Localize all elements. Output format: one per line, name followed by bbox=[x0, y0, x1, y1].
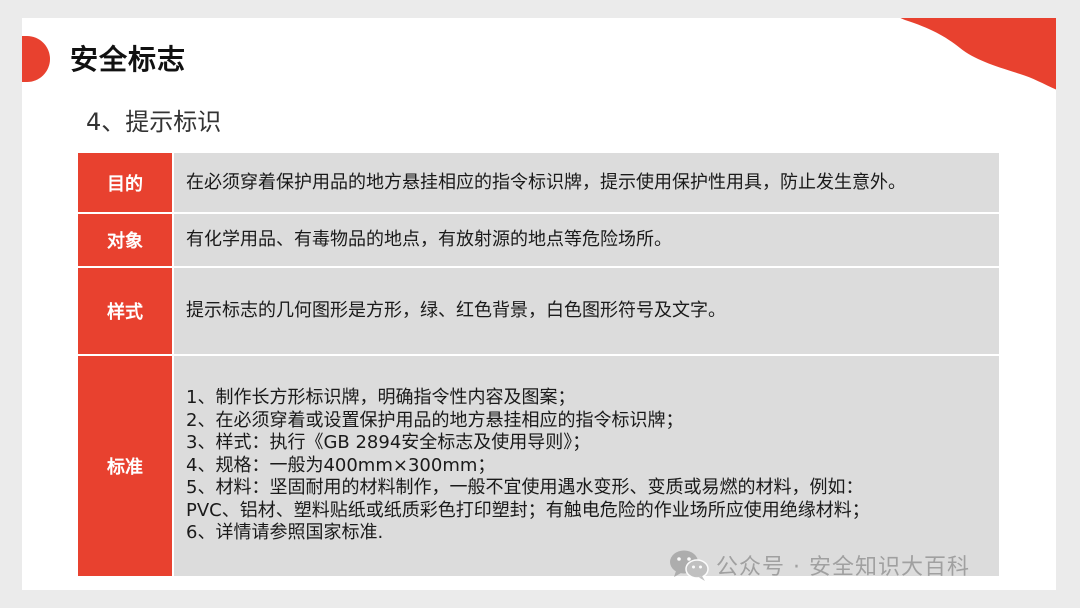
row-label: 样式 bbox=[76, 266, 174, 356]
wechat-icon bbox=[670, 550, 709, 581]
row-label: 对象 bbox=[76, 212, 174, 268]
title-accent-bar bbox=[22, 36, 50, 82]
row-content: 1、制作长方形标识牌，明确指令性内容及图案； 2、在必须穿着或设置保护用品的地方… bbox=[172, 354, 1001, 578]
list-item: 2、在必须穿着或设置保护用品的地方悬挂相应的指令标识牌； bbox=[186, 409, 684, 431]
row-label: 目的 bbox=[76, 151, 174, 214]
section-subtitle: 4、提示标识 bbox=[86, 108, 222, 136]
page-title: 安全标志 bbox=[70, 43, 187, 76]
list-item: 4、规格：一般为400mm×300mm； bbox=[186, 454, 496, 476]
list-item: 6、详情请参照国家标准. bbox=[186, 522, 384, 544]
watermark-text: 公众号 · 安全知识大百科 bbox=[716, 555, 970, 580]
list-item: 1、制作长方形标识牌，明确指令性内容及图案； bbox=[186, 387, 576, 409]
row-content: 有化学用品、有毒物品的地点，有放射源的地点等危险场所。 bbox=[172, 212, 1001, 268]
standard-list: 1、制作长方形标识牌，明确指令性内容及图案； 2、在必须穿着或设置保护用品的地方… bbox=[186, 387, 989, 545]
table-row-purpose: 目的 在必须穿着保护用品的地方悬挂相应的指令标识牌，提示使用保护性用具，防止发生… bbox=[76, 151, 1001, 214]
table-row-object: 对象 有化学用品、有毒物品的地点，有放射源的地点等危险场所。 bbox=[76, 212, 1001, 268]
row-content: 提示标志的几何图形是方形，绿、红色背景，白色图形符号及文字。 bbox=[172, 266, 1001, 356]
row-label: 标准 bbox=[76, 354, 174, 578]
list-item: 5、材料：坚固耐用的材料制作，一般不宜使用遇水变形、变质或易燃的材料，例如： bbox=[186, 477, 864, 499]
table-row-style: 样式 提示标志的几何图形是方形，绿、红色背景，白色图形符号及文字。 bbox=[76, 266, 1001, 356]
info-table: 目的 在必须穿着保护用品的地方悬挂相应的指令标识牌，提示使用保护性用具，防止发生… bbox=[76, 151, 1001, 578]
watermark: 公众号 · 安全知识大百科 bbox=[668, 548, 970, 582]
table-row-standard: 标准 1、制作长方形标识牌，明确指令性内容及图案； 2、在必须穿着或设置保护用品… bbox=[76, 354, 1001, 578]
list-item: 3、样式：执行《GB 2894安全标志及使用导则》； bbox=[186, 432, 591, 454]
row-content: 在必须穿着保护用品的地方悬挂相应的指令标识牌，提示使用保护性用具，防止发生意外。 bbox=[172, 151, 1001, 214]
list-item: PVC、铝材、塑料贴纸或纸质彩色打印塑封；有触电危险的作业场所应使用绝缘材料； bbox=[186, 499, 870, 521]
slide: 安全标志 4、提示标识 目的 在必须穿着保护用品的地方悬挂相应的指令标识牌，提示… bbox=[22, 18, 1056, 590]
